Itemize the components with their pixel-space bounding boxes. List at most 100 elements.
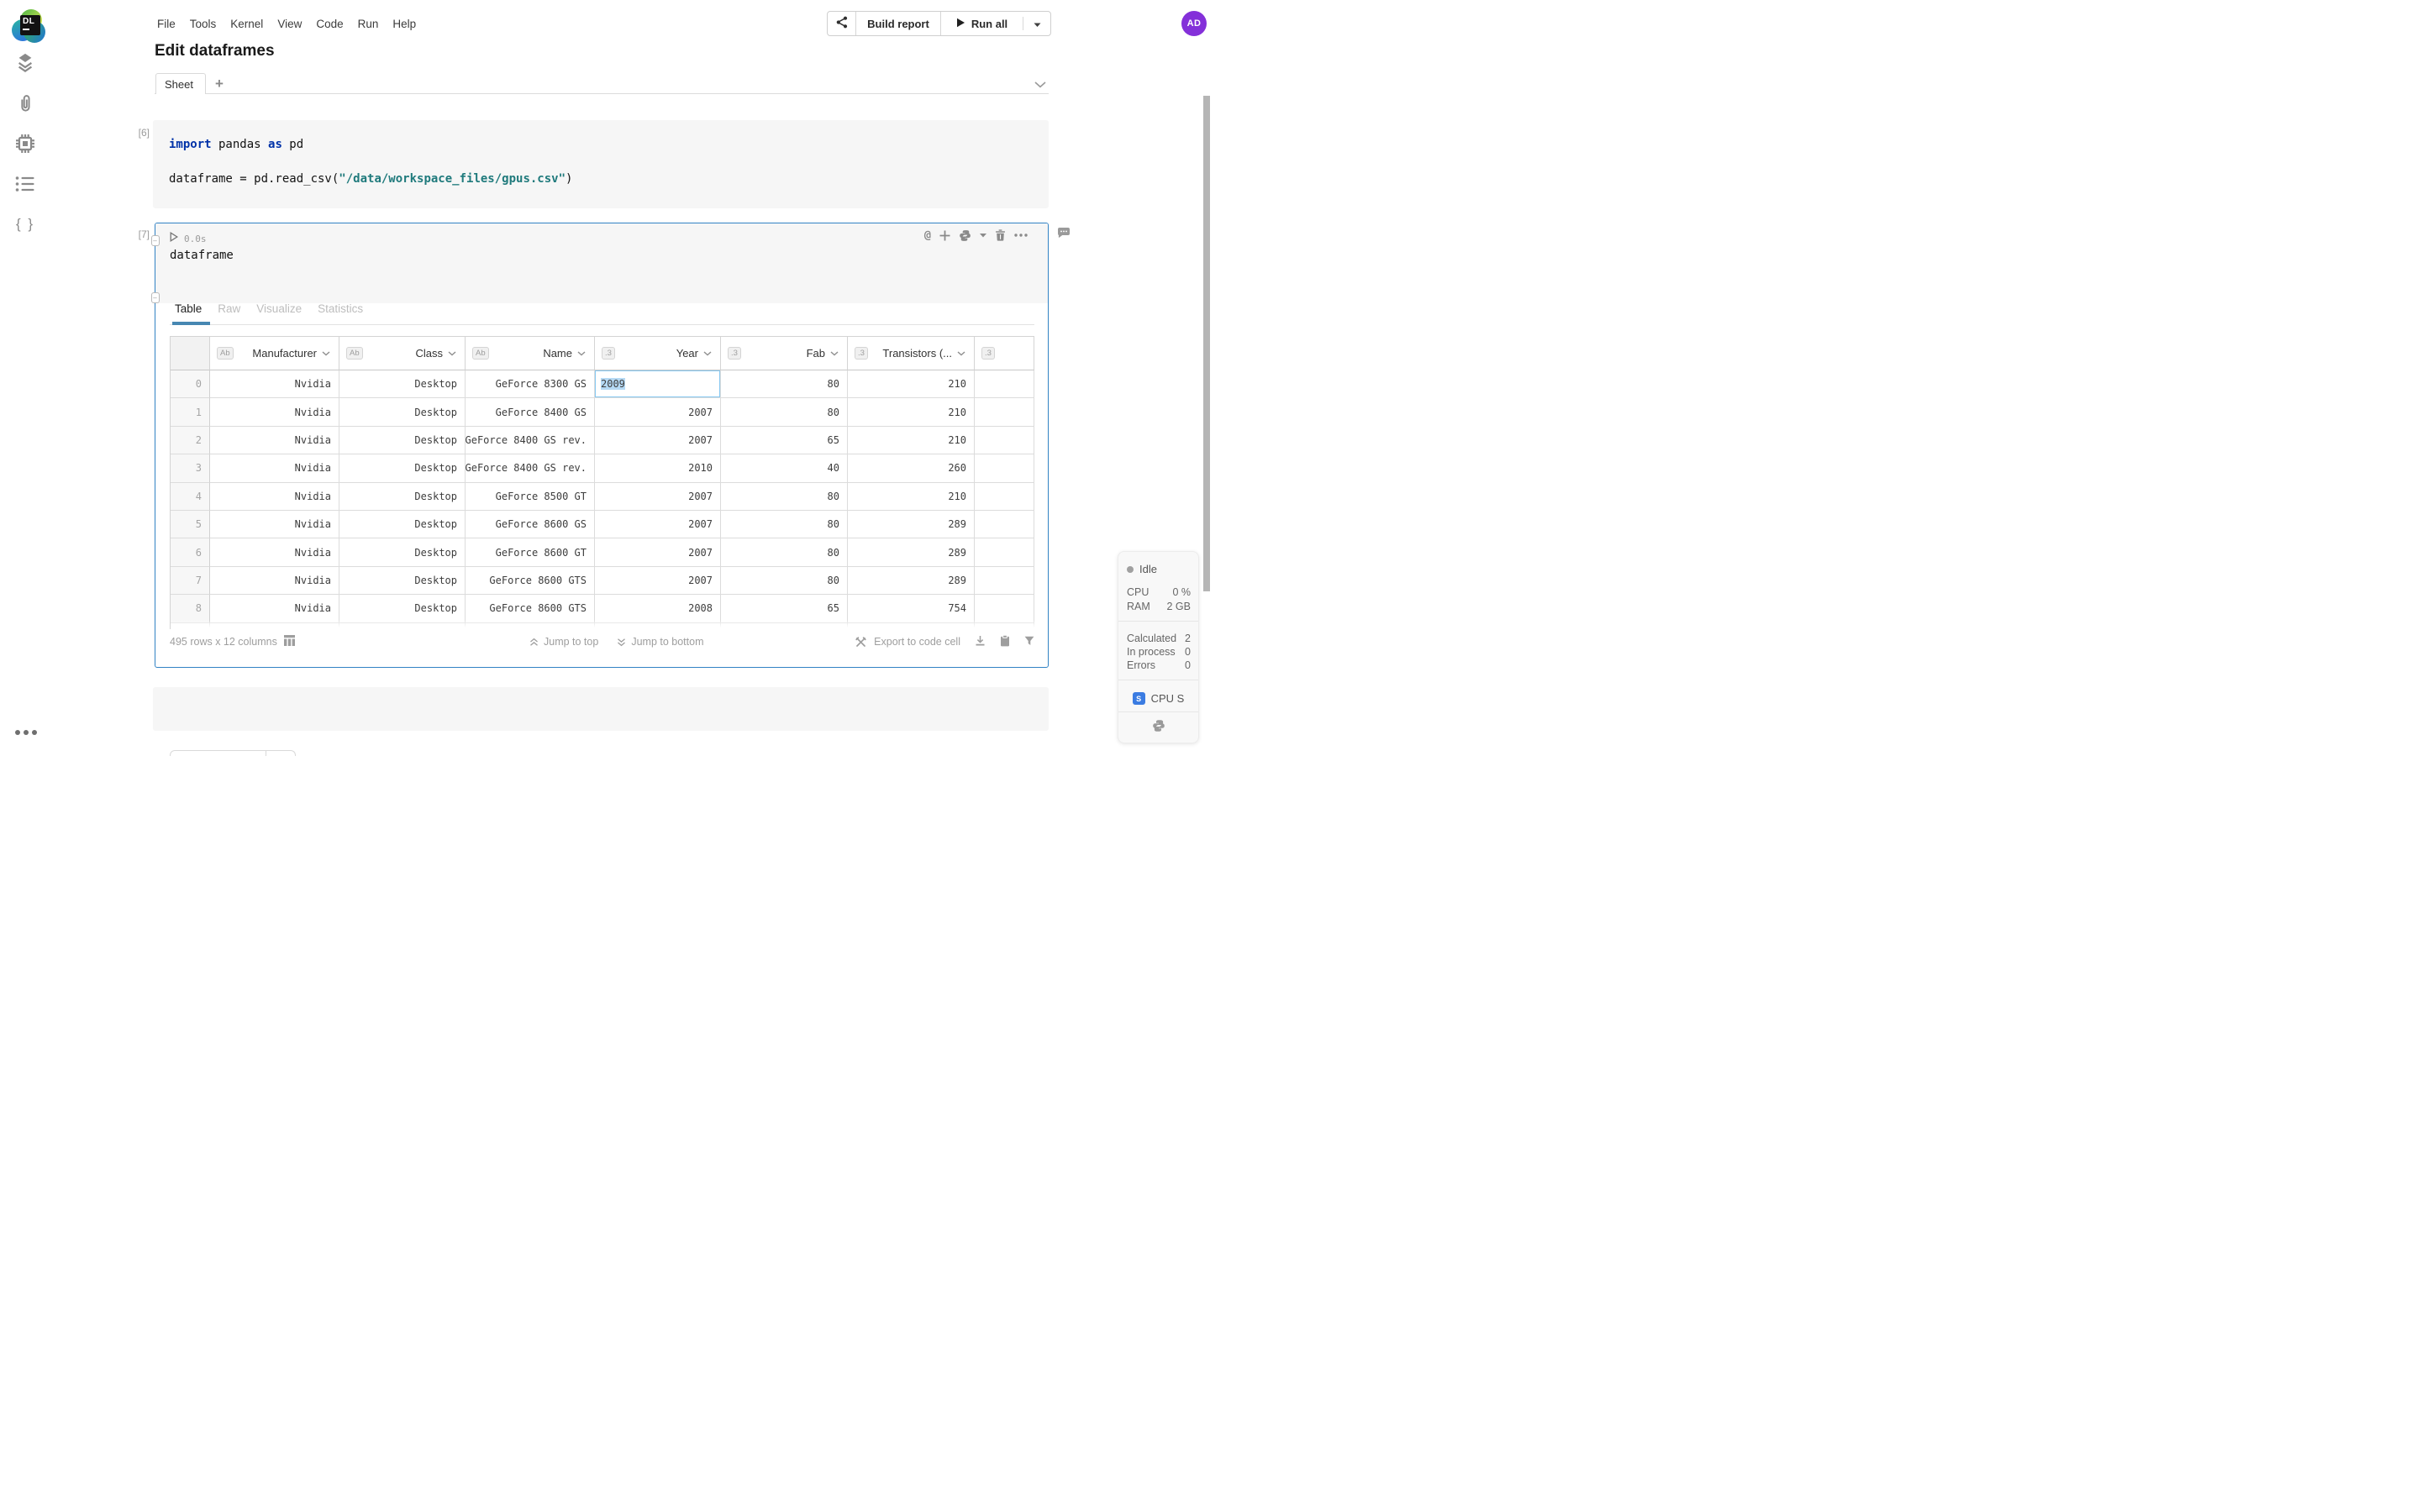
chevron-down-icon[interactable]: [957, 351, 965, 356]
table-cell[interactable]: 2007: [595, 427, 721, 454]
table-cell[interactable]: Desktop: [339, 454, 466, 482]
table-cell[interactable]: 289: [848, 538, 975, 566]
environment-chip-icon[interactable]: [14, 133, 36, 155]
build-report-button[interactable]: Build report: [856, 12, 941, 35]
chevron-down-icon[interactable]: [322, 351, 330, 356]
table-cell[interactable]: Nvidia: [210, 427, 339, 454]
table-cell[interactable]: Desktop: [339, 595, 466, 622]
table-cell[interactable]: 2007: [595, 538, 721, 566]
chevron-down-icon[interactable]: [830, 351, 839, 356]
table-cell[interactable]: 40: [721, 454, 848, 482]
chevron-down-icon[interactable]: [577, 351, 586, 356]
avatar[interactable]: AD: [1181, 11, 1207, 36]
cell-code[interactable]: dataframe: [170, 249, 234, 262]
tab-raw[interactable]: Raw: [218, 302, 240, 315]
column-header-partial[interactable]: .3: [975, 337, 1034, 370]
tab-table[interactable]: Table: [175, 302, 202, 315]
table-cell[interactable]: 754: [848, 595, 975, 622]
run-cell-icon[interactable]: [170, 231, 178, 246]
table-cell[interactable]: 210: [848, 398, 975, 426]
layers-icon[interactable]: [14, 51, 36, 73]
variables-braces-icon[interactable]: { }: [14, 213, 36, 235]
menu-file[interactable]: File: [157, 18, 176, 30]
add-cell-icon[interactable]: [939, 228, 950, 242]
menu-help[interactable]: Help: [392, 18, 416, 30]
column-header-year[interactable]: .3Year: [595, 337, 721, 370]
python-kernel-icon[interactable]: [1118, 719, 1198, 732]
editing-cell[interactable]: 2009: [595, 370, 721, 398]
download-icon[interactable]: [975, 635, 986, 648]
table-cell[interactable]: 210: [848, 427, 975, 454]
row-index[interactable]: 7: [171, 567, 210, 595]
row-index[interactable]: 0: [171, 370, 210, 398]
jump-to-bottom-button[interactable]: Jump to bottom: [617, 636, 703, 648]
attachments-icon[interactable]: [14, 92, 36, 114]
column-header-name[interactable]: AbName: [466, 337, 595, 370]
outline-list-icon[interactable]: [14, 173, 36, 195]
chevron-down-icon[interactable]: [448, 351, 456, 356]
vertical-scrollbar[interactable]: [1203, 96, 1210, 591]
cell-input-area[interactable]: [155, 223, 1048, 303]
table-cell[interactable]: [975, 595, 1034, 622]
table-cell[interactable]: GeForce 8600 GTS: [466, 595, 595, 622]
table-cell[interactable]: 2007: [595, 511, 721, 538]
table-cell[interactable]: 65: [721, 595, 848, 622]
table-cell[interactable]: 2007: [595, 483, 721, 511]
table-cell[interactable]: 289: [848, 511, 975, 538]
code-cell-import[interactable]: import pandas as pd dataframe = pd.read_…: [153, 120, 1049, 208]
sidebar-more-icon[interactable]: [15, 730, 37, 735]
menu-tools[interactable]: Tools: [190, 18, 217, 30]
tab-sheet[interactable]: Sheet: [155, 73, 206, 94]
delete-cell-icon[interactable]: [995, 228, 1006, 242]
table-cell[interactable]: [975, 538, 1034, 566]
filter-icon[interactable]: [1024, 636, 1034, 648]
table-cell[interactable]: [975, 454, 1034, 482]
columns-icon[interactable]: [284, 635, 295, 648]
share-button[interactable]: [828, 12, 856, 35]
table-cell[interactable]: Desktop: [339, 370, 466, 398]
column-header-manufacturer[interactable]: AbManufacturer: [210, 337, 339, 370]
table-cell[interactable]: 2007: [595, 567, 721, 595]
table-cell[interactable]: 289: [848, 567, 975, 595]
tab-statistics[interactable]: Statistics: [318, 302, 363, 315]
table-cell[interactable]: Nvidia: [210, 370, 339, 398]
copy-clipboard-icon[interactable]: [1000, 635, 1010, 649]
menu-kernel[interactable]: Kernel: [230, 18, 263, 30]
table-cell[interactable]: Nvidia: [210, 595, 339, 622]
row-index[interactable]: 3: [171, 454, 210, 482]
collapse-output-handle[interactable]: –: [151, 292, 160, 303]
table-cell[interactable]: Desktop: [339, 398, 466, 426]
row-index[interactable]: 4: [171, 483, 210, 511]
column-header-class[interactable]: AbClass: [339, 337, 466, 370]
cell-more-icon[interactable]: [1014, 228, 1028, 242]
table-cell[interactable]: Nvidia: [210, 511, 339, 538]
table-cell[interactable]: Desktop: [339, 538, 466, 566]
menu-run[interactable]: Run: [358, 18, 379, 30]
table-cell[interactable]: [975, 483, 1034, 511]
row-index[interactable]: 2: [171, 427, 210, 454]
table-cell[interactable]: 210: [848, 483, 975, 511]
table-cell[interactable]: Nvidia: [210, 538, 339, 566]
table-cell[interactable]: [975, 370, 1034, 398]
table-cell[interactable]: Nvidia: [210, 398, 339, 426]
column-header-transistors-[interactable]: .3Transistors (...: [848, 337, 975, 370]
table-cell[interactable]: GeForce 8400 GS rev.: [466, 427, 595, 454]
table-cell[interactable]: 80: [721, 538, 848, 566]
table-cell[interactable]: Desktop: [339, 511, 466, 538]
table-cell[interactable]: GeForce 8600 GT: [466, 538, 595, 566]
table-cell[interactable]: GeForce 8400 GS: [466, 398, 595, 426]
comment-bubble-icon[interactable]: [1057, 227, 1071, 243]
collapse-input-handle[interactable]: –: [151, 235, 160, 246]
table-cell[interactable]: 80: [721, 398, 848, 426]
table-cell[interactable]: 80: [721, 511, 848, 538]
menu-view[interactable]: View: [277, 18, 302, 30]
collapse-sheet-chevron-icon[interactable]: [1034, 77, 1046, 92]
datalore-logo[interactable]: DL: [12, 9, 45, 43]
chevron-down-icon[interactable]: [703, 351, 712, 356]
table-cell[interactable]: 210: [848, 370, 975, 398]
table-cell[interactable]: Desktop: [339, 483, 466, 511]
column-header-fab[interactable]: .3Fab: [721, 337, 848, 370]
table-cell[interactable]: [975, 567, 1034, 595]
table-cell[interactable]: GeForce 8600 GS: [466, 511, 595, 538]
table-cell[interactable]: 80: [721, 483, 848, 511]
